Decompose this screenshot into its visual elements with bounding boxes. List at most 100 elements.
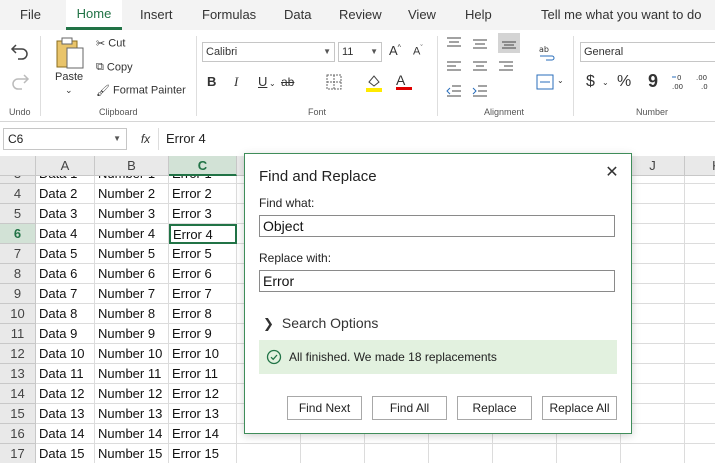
row-header[interactable]: 4 [0,184,36,204]
align-left-icon[interactable] [446,60,462,77]
paste-button[interactable]: Paste [55,71,83,83]
align-middle-icon[interactable] [472,36,488,53]
tab-formulas[interactable]: Formulas [202,0,256,30]
grow-font-button[interactable]: A^ [389,43,401,58]
cell[interactable] [429,444,493,463]
cell[interactable]: Number 10 [95,344,169,364]
cell[interactable]: Number 12 [95,384,169,404]
cell[interactable]: Number 5 [95,244,169,264]
align-top-icon[interactable] [446,36,462,53]
replace-all-button[interactable]: Replace All [542,396,617,420]
row-header[interactable]: 12 [0,344,36,364]
underline-button[interactable]: U [258,74,267,89]
copy-button[interactable]: ⧉ Copy [96,61,133,74]
column-header-k[interactable]: K [685,156,715,176]
increase-indent-icon[interactable] [472,84,488,101]
cell[interactable]: Number 7 [95,284,169,304]
close-icon[interactable]: ✕ [603,164,621,182]
paste-icon[interactable] [54,36,86,73]
row-header[interactable]: 6 [0,224,36,244]
cell[interactable] [685,384,715,404]
cell[interactable] [685,264,715,284]
column-header-b[interactable]: B [95,156,169,176]
cell[interactable]: Error 2 [169,184,237,204]
align-center-icon[interactable] [472,60,488,77]
cell[interactable] [685,244,715,264]
format-painter-button[interactable]: 🖌 Format Painter [96,84,186,97]
increase-decimal-icon[interactable]: 0.00 [671,72,691,95]
font-name-combo[interactable]: Calibri ▼ [202,42,335,62]
cell[interactable]: Number 14 [95,424,169,444]
undo-icon[interactable] [10,42,30,60]
cell[interactable]: Data 11 [36,364,95,384]
cell[interactable] [685,324,715,344]
row-header[interactable]: 9 [0,284,36,304]
replace-with-input[interactable]: Error [259,270,615,292]
cell[interactable] [685,364,715,384]
cell[interactable] [365,444,429,463]
row-header[interactable]: 7 [0,244,36,264]
insert-function-button[interactable]: fx [133,128,159,150]
cell[interactable]: Error 9 [169,324,237,344]
row-header[interactable]: 16 [0,424,36,444]
bold-button[interactable]: B [207,74,216,89]
cell[interactable]: Data 12 [36,384,95,404]
cell[interactable] [493,444,557,463]
cell[interactable]: Number 9 [95,324,169,344]
cell[interactable] [301,444,365,463]
italic-button[interactable]: I [234,74,238,90]
find-all-button[interactable]: Find All [372,396,447,420]
tab-review[interactable]: Review [339,0,382,30]
cell[interactable]: Number 4 [95,224,169,244]
column-header-a[interactable]: A [36,156,95,176]
active-cell[interactable]: Error 4 [169,224,237,244]
cell[interactable] [621,444,685,463]
cell[interactable]: Data 10 [36,344,95,364]
decrease-decimal-icon[interactable]: .00.0 [695,72,715,95]
row-header[interactable]: 15 [0,404,36,424]
replace-button[interactable]: Replace [457,396,532,420]
cell[interactable]: Data 6 [36,264,95,284]
cell[interactable]: Error 7 [169,284,237,304]
cell[interactable]: Data 15 [36,444,95,463]
cell[interactable] [685,304,715,324]
formula-input[interactable]: Error 4 [166,128,206,150]
cell[interactable] [685,184,715,204]
cell[interactable]: Data 14 [36,424,95,444]
cell[interactable] [685,444,715,463]
cell[interactable]: Data 2 [36,184,95,204]
cell[interactable]: Error 12 [169,384,237,404]
cell[interactable]: Error 8 [169,304,237,324]
tab-insert[interactable]: Insert [140,0,173,30]
cell[interactable]: Number 6 [95,264,169,284]
cell[interactable]: Number 3 [95,204,169,224]
borders-icon[interactable] [326,74,342,93]
cell[interactable]: Data 9 [36,324,95,344]
cell[interactable] [685,344,715,364]
chevron-down-icon[interactable]: ⌄ [602,78,609,87]
align-right-icon[interactable] [498,60,514,77]
cell[interactable] [685,424,715,444]
chevron-down-icon[interactable]: ⌄ [557,76,564,85]
cell[interactable]: Number 15 [95,444,169,463]
font-color-icon[interactable]: A [396,72,412,90]
cell[interactable] [557,444,621,463]
cell[interactable]: Error 14 [169,424,237,444]
currency-button[interactable]: $ [586,73,595,91]
column-header-c[interactable]: C [169,156,237,176]
row-header[interactable]: 13 [0,364,36,384]
tab-home[interactable]: Home [66,0,122,30]
row-header[interactable]: 14 [0,384,36,404]
find-what-input[interactable]: Object [259,215,615,237]
row-header[interactable]: 5 [0,204,36,224]
wrap-text-icon[interactable]: ab [538,44,556,65]
tab-help[interactable]: Help [465,0,492,30]
tab-file[interactable]: File [20,0,41,30]
cut-button[interactable]: ✂ Cut [96,37,125,50]
cell[interactable]: Data 7 [36,284,95,304]
cell[interactable]: Number 11 [95,364,169,384]
cell[interactable]: Data 8 [36,304,95,324]
cell[interactable]: Error 3 [169,204,237,224]
cell[interactable]: Error 5 [169,244,237,264]
cell[interactable] [237,444,301,463]
